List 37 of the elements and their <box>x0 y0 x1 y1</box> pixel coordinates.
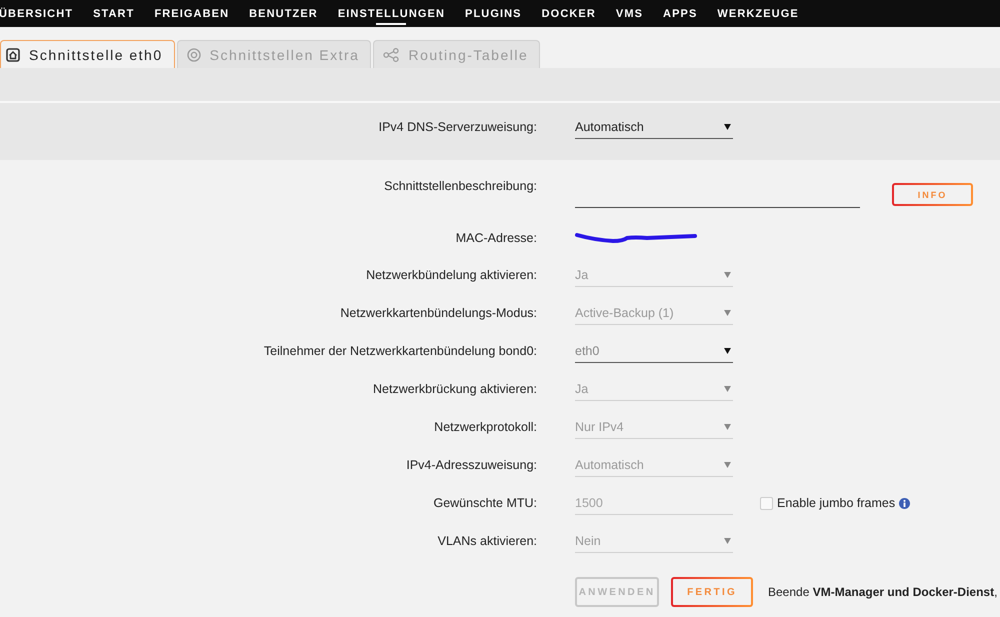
field-label: Netzwerkprotokoll: <box>433 420 537 434</box>
field-label: Netzwerkbrückung aktivieren: <box>372 382 537 396</box>
field-label: MAC-Adresse: <box>454 231 537 245</box>
nav-link[interactable]: PLUGINS <box>465 0 522 27</box>
caret-down-icon <box>724 348 731 354</box>
status-note: Beende VM-Manager und Docker-Dienst, <box>768 585 998 599</box>
nav-link[interactable]: WERKZEUGE <box>717 0 799 27</box>
field-label: Gewünschte MTU: <box>432 496 537 510</box>
field-label: VLANs aktivieren: <box>436 534 537 548</box>
field-label: Netzwerkbündelung aktivieren: <box>365 268 537 282</box>
caret-down-icon <box>724 424 731 430</box>
nav-link[interactable]: DOCKER <box>542 0 596 27</box>
field-label: IPv4-Adresszuweisung: <box>405 458 537 472</box>
tab[interactable]: Schnittstelle eth0 <box>0 40 175 68</box>
nav-link[interactable]: APPS <box>663 0 698 27</box>
nav-link[interactable]: VMS <box>616 0 644 27</box>
nav-link[interactable]: FREIGABEN <box>154 0 230 27</box>
field-label: Teilnehmer der Netzwerkkartenbündelung bond0: <box>262 344 537 358</box>
nav-link[interactable]: BENUTZER <box>249 0 318 27</box>
caret-down-icon <box>724 272 731 278</box>
field-label: Netzwerkkartenbündelungs-Modus: <box>339 306 537 320</box>
field-label: Schnittstellenbeschreibung: <box>383 178 537 193</box>
nav-link[interactable]: START <box>93 0 134 27</box>
target-icon <box>186 48 201 62</box>
home-icon <box>6 48 20 62</box>
caret-down-icon <box>724 310 731 316</box>
field-label: IPv4 DNS-Serverzuweisung: <box>378 120 537 134</box>
caret-down-icon <box>724 538 731 544</box>
dropdown[interactable]: Automatisch <box>575 115 733 139</box>
info-icon[interactable] <box>899 498 910 508</box>
caret-down-icon <box>724 462 731 468</box>
checkbox-label: Enable jumbo frames <box>777 496 896 510</box>
caret-down-icon <box>724 124 731 130</box>
share-icon <box>383 48 400 62</box>
nav-link[interactable]: EINSTELLUNGEN <box>338 0 446 27</box>
caret-down-icon <box>724 386 731 392</box>
nav-link[interactable]: ÜBERSICHT <box>0 0 74 27</box>
